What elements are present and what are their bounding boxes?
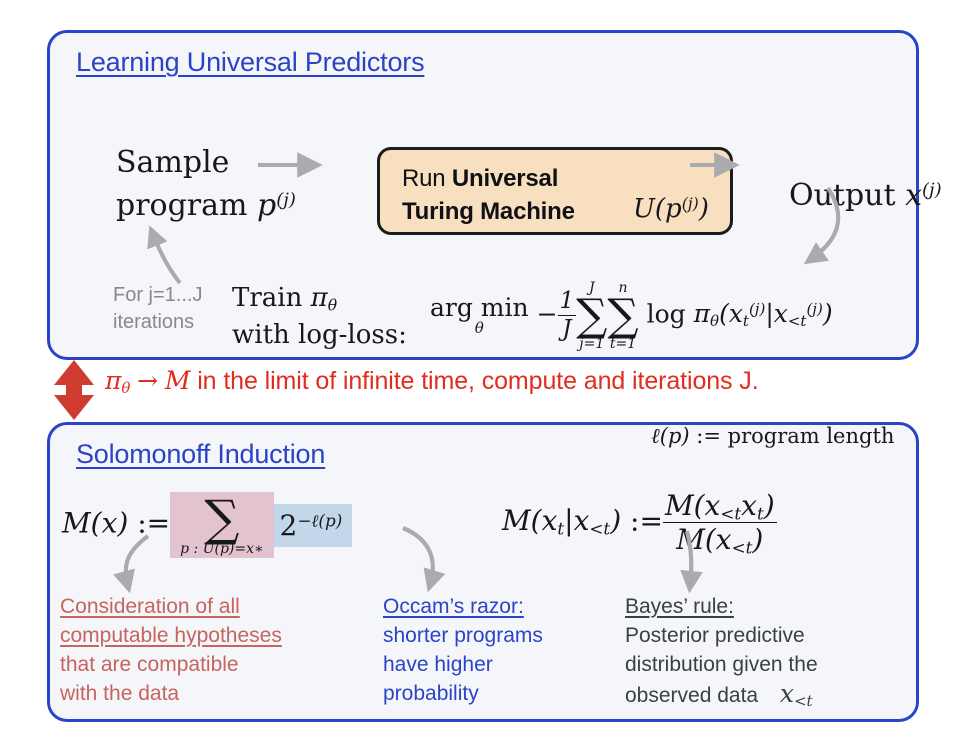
conditional-assign: := xyxy=(630,504,663,538)
solomonoff-prior-formula: M(x) := ∑ p : U(p)=x∗ 2−ℓ(p) xyxy=(62,492,353,558)
m-assign: := xyxy=(137,506,171,540)
train-line-2: with log-loss: xyxy=(232,320,407,350)
caption-1-underlined-line-1: Consideration of all xyxy=(60,595,240,618)
train-line-1-text: Train xyxy=(232,283,303,313)
limit-lhs: πθ xyxy=(105,366,131,398)
utm-math-expression: U(p(j)) xyxy=(633,194,709,224)
caption-3-trailing-math: x<t xyxy=(763,679,813,711)
limit-rhs: M xyxy=(164,366,191,395)
limit-text: in the limit of infinite time, compute a… xyxy=(197,367,759,395)
caption-2-line-2: shorter programs xyxy=(383,624,543,647)
caption-1-line-4: with the data xyxy=(60,682,180,705)
loop-note-line-1: For j=1...J xyxy=(113,284,203,306)
sample-line-2-text: program xyxy=(116,188,248,223)
argmin-operator: arg min θ xyxy=(430,295,529,336)
sum-j-symbol: ∑ xyxy=(576,290,608,341)
len-assign: := xyxy=(696,424,721,448)
two-to-the-minus-ell: 2−ℓ(p) xyxy=(279,508,343,542)
one-over-j-fraction: 1J xyxy=(557,288,577,344)
sum-programs-subscript: p : U(p)=x∗ xyxy=(180,541,264,557)
caption-3-line-4: observed data xyxy=(625,684,759,707)
sample-line-1: Sample xyxy=(116,145,230,180)
caption-consideration-of-hypotheses: Consideration of all computable hypothes… xyxy=(60,592,310,708)
train-objective-label: Train πθ with log-loss: xyxy=(232,280,407,354)
sample-program-label: Sample program p(j) xyxy=(116,141,296,227)
utm-bold-line-1: Universal xyxy=(451,165,559,192)
caption-1-underlined-line-2: computable hypotheses xyxy=(60,624,282,647)
caption-1-line-3: that are compatible xyxy=(60,653,239,676)
fraction-numerator: 1 xyxy=(557,288,577,317)
caption-2-line-4: probability xyxy=(383,682,479,705)
log-operator: log xyxy=(646,299,686,329)
sum-t-symbol: ∑ xyxy=(607,290,639,341)
utm-prefix: Run xyxy=(402,165,446,192)
caption-3-line-2: Posterior predictive xyxy=(625,624,805,647)
sum-programs-symbol: ∑ xyxy=(204,490,240,547)
limit-statement: πθ → M in the limit of infinite time, co… xyxy=(105,366,759,396)
ell-of-p-symbol: ℓ(p) xyxy=(651,424,690,448)
output-label: Output x(j) xyxy=(789,178,942,213)
power-highlight-region: 2−ℓ(p) xyxy=(273,503,353,547)
panel-title-top: Learning Universal Predictors xyxy=(76,47,425,77)
utm-box-label: Run Universal Turing Machine xyxy=(402,162,575,228)
conditional-lhs: M(xt|x<t) xyxy=(502,504,622,540)
panel-title-bottom: Solomonoff Induction xyxy=(76,439,326,469)
universal-turing-machine-box: Run Universal Turing Machine U(p(j)) xyxy=(377,147,733,235)
conditional-denominator: M(x<t) xyxy=(676,523,764,559)
fraction-denominator: J xyxy=(562,316,572,343)
conditional-numerator: M(x<txt) xyxy=(662,489,777,524)
sample-line-2-math: p(j) xyxy=(257,188,296,223)
conditional-fraction: M(x<txt) M(x<t) xyxy=(662,489,777,559)
sum-highlight-region: ∑ p : U(p)=x∗ xyxy=(170,492,274,558)
len-text: program length xyxy=(727,424,895,448)
policy-distribution: πθ(xt(j)|x<t(j)) xyxy=(685,299,833,331)
caption-3-line-3: distribution given the xyxy=(625,653,818,676)
double-headed-vertical-arrow-icon xyxy=(54,360,94,420)
output-math: x(j) xyxy=(905,178,942,213)
sum-over-j: J ∑ j=1 xyxy=(576,281,607,351)
caption-occams-razor: Occam’s razor: shorter programs have hig… xyxy=(383,592,593,708)
log-loss-formula: arg min θ −1 J J ∑ j=1 n ∑ t=1 log πθ(xt(j)|x<t… xyxy=(430,281,833,351)
train-line-1-math: πθ xyxy=(310,283,338,315)
conditional-predictive-formula: M(xt|x<t) := M(x<txt) M(x<t) xyxy=(502,490,777,556)
argmin-bottom: θ xyxy=(474,319,484,338)
sum-over-programs: ∑ p : U(p)=x∗ xyxy=(180,494,263,556)
argmin-top: arg min xyxy=(430,293,529,323)
caption-2-underlined-line-1: Occam’s razor: xyxy=(383,595,524,618)
figure-canvas: Learning Universal Predictors Sample pro… xyxy=(0,0,964,748)
sum-over-t: n ∑ t=1 xyxy=(607,281,638,351)
program-length-definition: ℓ(p) := program length xyxy=(651,424,894,449)
utm-bold-line-2: Turing Machine xyxy=(402,198,575,225)
caption-2-line-3: have higher xyxy=(383,653,493,676)
sum-j-lower-limit: j=1 xyxy=(579,335,605,352)
caption-bayes-rule: Bayes’ rule: Posterior predictive distri… xyxy=(625,592,895,710)
panel-learning-universal-predictors: Learning Universal Predictors Sample pro… xyxy=(47,30,942,360)
loop-iteration-note: For j=1...J iterations xyxy=(113,282,202,336)
output-text: Output xyxy=(789,178,896,213)
m-of-x-lhs: M(x) xyxy=(62,506,129,540)
formula-minus: − xyxy=(536,299,558,329)
limit-arrow: → xyxy=(137,366,158,395)
loop-note-line-2: iterations xyxy=(113,311,195,333)
sum-t-lower-limit: t=1 xyxy=(609,335,637,352)
caption-3-underlined-line-1: Bayes’ rule: xyxy=(625,595,734,618)
